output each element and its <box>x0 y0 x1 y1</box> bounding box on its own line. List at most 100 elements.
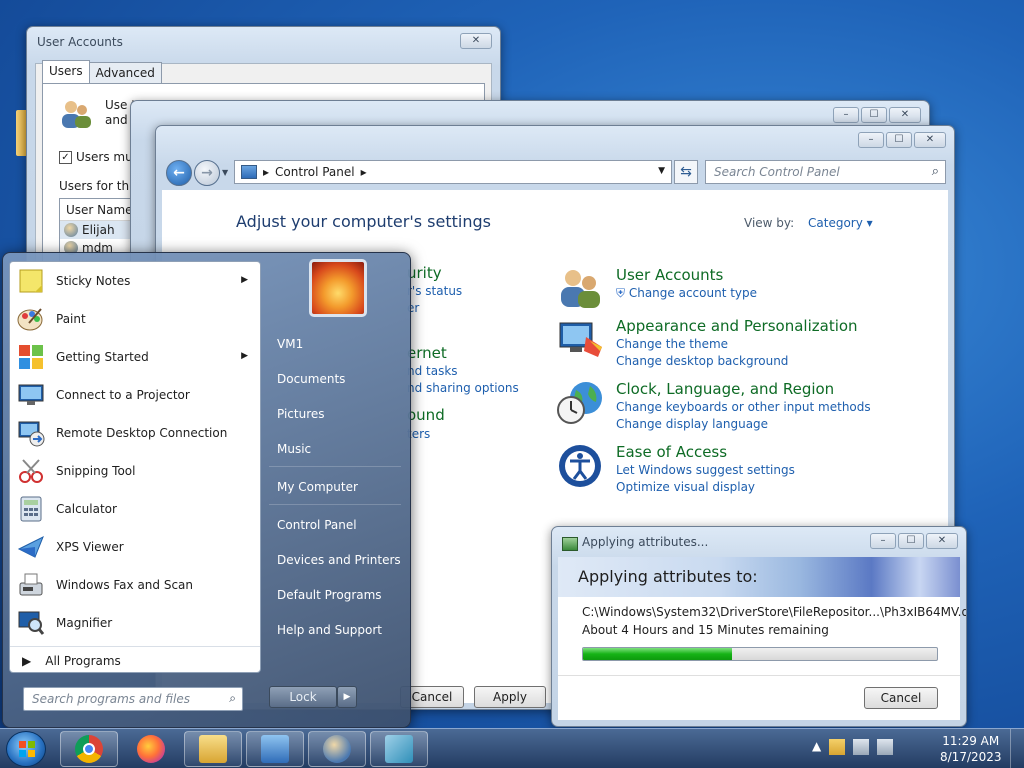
time-remaining: About 4 Hours and 15 Minutes remaining <box>582 623 829 637</box>
search-placeholder: Search programs and files <box>32 692 190 706</box>
taskbar-attributes[interactable] <box>370 731 428 767</box>
minimize-button[interactable]: – <box>833 107 859 123</box>
program-getting-started[interactable]: Getting Started ▶ <box>10 338 260 376</box>
close-button[interactable]: ✕ <box>914 132 946 148</box>
program-connect-projector[interactable]: Connect to a Projector <box>10 376 260 414</box>
shutdown-options-arrow-icon[interactable]: ▶ <box>337 686 357 708</box>
forward-button[interactable]: → <box>194 160 220 186</box>
start-search-input[interactable]: Search programs and files ⌕ <box>23 687 243 711</box>
volume-icon[interactable] <box>877 739 894 755</box>
search-icon[interactable]: ⌕ <box>229 691 236 706</box>
apply-button[interactable]: Apply <box>474 686 546 708</box>
user-accounts-icon <box>323 735 351 763</box>
taskbar-explorer[interactable] <box>184 731 242 767</box>
window-title: Applying attributes... <box>582 535 709 549</box>
system-security-title[interactable]: urity <box>407 264 442 282</box>
close-button[interactable]: ✕ <box>926 533 958 549</box>
user-accounts-icon[interactable] <box>556 266 606 312</box>
program-paint[interactable]: Paint <box>10 300 260 338</box>
change-keyboards-link[interactable]: Change keyboards or other input methods <box>616 399 871 416</box>
program-magnifier[interactable]: Magnifier <box>10 604 260 642</box>
maximize-button[interactable]: ☐ <box>861 107 887 123</box>
submenu-arrow-icon[interactable]: ▶ <box>241 351 248 361</box>
show-hidden-icons-icon[interactable]: ▲ <box>812 739 821 755</box>
clock[interactable]: 11:29 AM 8/17/2023 <box>940 733 1002 765</box>
hardware-sound-title[interactable]: ound <box>407 406 445 424</box>
category-title[interactable]: Appearance and Personalization <box>616 317 858 336</box>
sharing-options-link[interactable]: nd sharing options <box>407 381 519 395</box>
program-sticky-notes[interactable]: Sticky Notes ▶ <box>10 262 260 300</box>
address-bar[interactable]: ▸ Control Panel ▸ ▼ <box>234 160 672 184</box>
minimize-button[interactable]: – <box>870 533 896 549</box>
ease-of-access-icon[interactable] <box>556 443 606 489</box>
minimize-button[interactable]: – <box>858 132 884 148</box>
taskbar-firefox[interactable] <box>122 731 180 767</box>
change-theme-link[interactable]: Change the theme <box>616 336 858 353</box>
network-icon[interactable] <box>853 739 870 755</box>
start-item-vm1[interactable]: VM1 <box>277 337 303 351</box>
program-remote-desktop[interactable]: Remote Desktop Connection <box>10 414 260 452</box>
program-label: Calculator <box>56 502 117 516</box>
breadcrumb-arrow-icon[interactable]: ▸ <box>263 165 269 179</box>
back-button[interactable]: ← <box>166 160 192 186</box>
start-item-music[interactable]: Music <box>277 442 311 456</box>
clock-globe-icon[interactable] <box>556 380 606 426</box>
breadcrumb-control-panel[interactable]: Control Panel <box>275 165 355 179</box>
start-item-control-panel[interactable]: Control Panel <box>277 518 357 532</box>
change-desktop-background-link[interactable]: Change desktop background <box>616 353 858 370</box>
lock-button[interactable]: Lock <box>269 686 337 708</box>
start-button[interactable] <box>6 731 46 767</box>
start-item-devices-printers[interactable]: Devices and Printers <box>277 553 401 567</box>
change-display-language-link[interactable]: Change display language <box>616 416 871 433</box>
maximize-button[interactable]: ☐ <box>898 533 924 549</box>
taskbar-control-panel[interactable] <box>246 731 304 767</box>
appearance-icon[interactable] <box>556 317 606 363</box>
all-programs-button[interactable]: ▶ All Programs <box>10 646 260 674</box>
view-by-dropdown[interactable]: Category ▾ <box>808 216 873 230</box>
category-title[interactable]: Clock, Language, and Region <box>616 380 871 399</box>
close-button[interactable]: ✕ <box>889 107 921 123</box>
category-clock-region: Clock, Language, and Region Change keybo… <box>556 380 871 433</box>
change-account-type-link[interactable]: ⛨ Change account type <box>616 285 757 302</box>
shield-icon: ⛨ <box>616 286 626 300</box>
optimize-visual-display-link[interactable]: Optimize visual display <box>616 479 795 496</box>
start-item-pictures[interactable]: Pictures <box>277 407 325 421</box>
program-snipping-tool[interactable]: Snipping Tool <box>10 452 260 490</box>
taskbar-chrome[interactable] <box>60 731 118 767</box>
window-title: User Accounts <box>37 35 123 49</box>
taskbar-user-accounts[interactable] <box>308 731 366 767</box>
program-fax-scan[interactable]: Windows Fax and Scan <box>10 566 260 604</box>
program-calculator[interactable]: Calculator <box>10 490 260 528</box>
chrome-icon <box>75 735 103 763</box>
breadcrumb-arrow-icon[interactable]: ▸ <box>361 165 367 179</box>
close-button[interactable]: ✕ <box>460 33 492 49</box>
maximize-button[interactable]: ☐ <box>886 132 912 148</box>
all-programs-label: All Programs <box>45 653 121 668</box>
users-must-checkbox[interactable]: ✓ <box>59 150 72 164</box>
network-internet-title[interactable]: ernet <box>407 344 447 362</box>
search-input[interactable]: Search Control Panel ⌕ <box>705 160 946 184</box>
cancel-button[interactable]: Cancel <box>864 687 938 709</box>
tab-users[interactable]: Users <box>42 60 90 83</box>
submenu-arrow-icon[interactable]: ▶ <box>241 275 248 285</box>
show-desktop-button[interactable] <box>1010 729 1024 768</box>
search-icon[interactable]: ⌕ <box>932 164 939 179</box>
tab-advanced[interactable]: Advanced <box>88 62 162 83</box>
refresh-button[interactable]: ⇆ <box>674 160 698 184</box>
program-xps-viewer[interactable]: XPS Viewer <box>10 528 260 566</box>
action-center-icon[interactable] <box>829 739 846 755</box>
review-status-link[interactable]: r's status <box>407 284 462 298</box>
user-avatar[interactable] <box>309 259 367 317</box>
category-ease-of-access: Ease of Access Let Windows suggest setti… <box>556 443 795 496</box>
network-tasks-link[interactable]: nd tasks <box>407 364 458 378</box>
category-title[interactable]: Ease of Access <box>616 443 795 462</box>
start-item-documents[interactable]: Documents <box>277 372 345 386</box>
programs-list: Sticky Notes ▶ Paint Getting Started ▶ C… <box>9 261 261 673</box>
category-title[interactable]: User Accounts <box>616 266 757 285</box>
start-item-default-programs[interactable]: Default Programs <box>277 588 382 602</box>
start-item-help-support[interactable]: Help and Support <box>277 623 382 637</box>
address-dropdown-icon[interactable]: ▼ <box>658 166 665 176</box>
recent-pages-dropdown[interactable]: ▼ <box>222 168 228 177</box>
start-item-my-computer[interactable]: My Computer <box>277 480 358 494</box>
let-windows-suggest-link[interactable]: Let Windows suggest settings <box>616 462 795 479</box>
